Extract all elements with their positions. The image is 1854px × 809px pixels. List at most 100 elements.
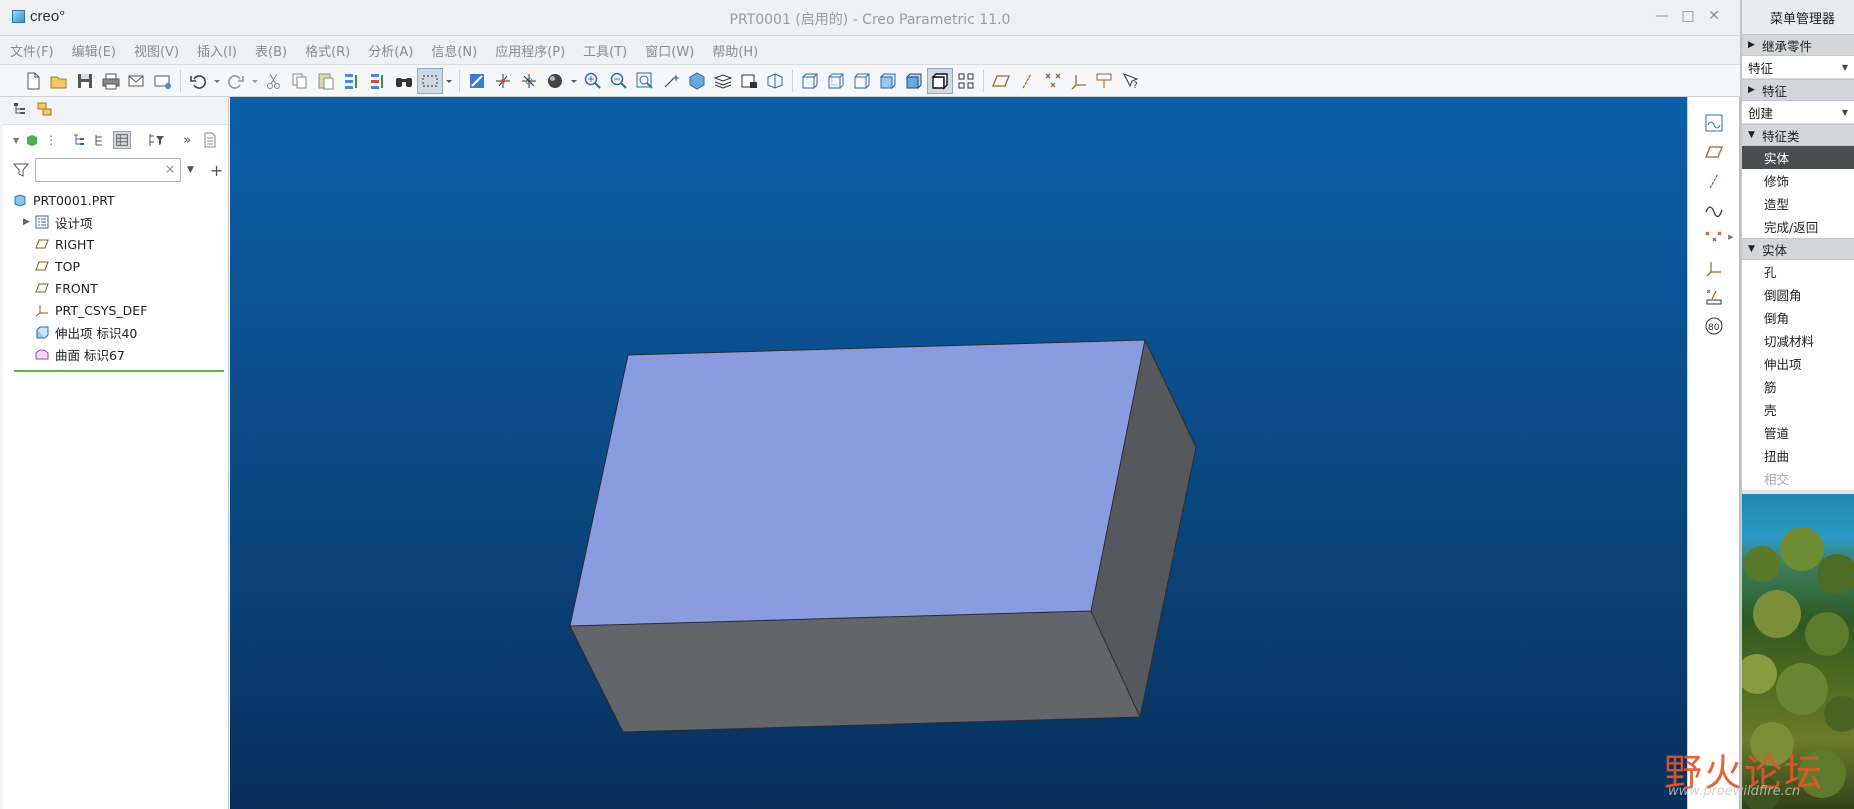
tree-more-button[interactable]: »	[183, 133, 191, 148]
analysis-tool-button[interactable]	[1702, 285, 1726, 309]
axis-tool-button[interactable]	[1702, 169, 1726, 193]
csys-tool-button[interactable]	[1702, 256, 1726, 280]
tree-node-front[interactable]: FRONT	[13, 277, 228, 299]
mm-item-cosmetic[interactable]: 修饰	[1742, 169, 1854, 192]
menu-insert[interactable]: 插入(I)	[197, 41, 237, 60]
add-filter-button[interactable]: +	[210, 161, 223, 180]
tree-node-top[interactable]: TOP	[13, 255, 228, 277]
annotation-display-button[interactable]	[1092, 68, 1118, 94]
mm-item-solid[interactable]: 实体	[1742, 146, 1854, 169]
tree-node-design-items[interactable]: ▶ 设计项	[13, 211, 228, 233]
sketch-button[interactable]	[464, 68, 490, 94]
mm-item-done-return[interactable]: 完成/返回	[1742, 215, 1854, 238]
mm-item-warp[interactable]: 扭曲	[1742, 444, 1854, 467]
menu-applications[interactable]: 应用程序(P)	[495, 41, 565, 60]
tree-document-icon[interactable]	[203, 132, 217, 148]
maximize-button[interactable]: □	[1678, 8, 1698, 24]
annotation-tool-button[interactable]: 80	[1702, 314, 1726, 338]
cut-button[interactable]	[261, 68, 287, 94]
view-manager-button[interactable]	[736, 68, 762, 94]
undo-button[interactable]	[185, 68, 211, 94]
appearance-dropdown[interactable]	[568, 68, 580, 94]
hidden-line-button[interactable]	[823, 68, 849, 94]
close-button[interactable]: ✕	[1704, 8, 1724, 24]
tree-search-input[interactable]	[36, 159, 156, 181]
select-dropdown[interactable]	[443, 68, 455, 94]
send-link-button[interactable]	[150, 68, 176, 94]
save-button[interactable]	[72, 68, 98, 94]
csys-display-button[interactable]	[1066, 68, 1092, 94]
tree-filter-icon[interactable]	[147, 132, 165, 148]
tree-collapse-toggle[interactable]: ▼	[13, 136, 19, 145]
menu-table[interactable]: 表(B)	[255, 41, 287, 60]
mm-section-solid[interactable]: ▼ 实体	[1742, 238, 1854, 260]
menu-analysis[interactable]: 分析(A)	[368, 41, 413, 60]
mm-item-protrusion[interactable]: 伸出项	[1742, 352, 1854, 375]
zoom-out-button[interactable]	[606, 68, 632, 94]
mm-section-inherit[interactable]: ▶ 继承零件	[1742, 34, 1854, 56]
no-hidden-button[interactable]	[849, 68, 875, 94]
saved-views-button[interactable]	[684, 68, 710, 94]
mm-item-rib[interactable]: 筋	[1742, 375, 1854, 398]
regenerate-button[interactable]	[339, 68, 365, 94]
mm-item-round[interactable]: 倒圆角	[1742, 283, 1854, 306]
regen-manager-button[interactable]	[365, 68, 391, 94]
search-options-dropdown[interactable]: ▼	[187, 165, 194, 175]
undo-dropdown[interactable]	[211, 68, 223, 94]
paste-button[interactable]	[313, 68, 339, 94]
insert-here-marker[interactable]	[14, 370, 224, 372]
context-help-button[interactable]: ?	[1118, 68, 1144, 94]
menu-edit[interactable]: 编辑(E)	[72, 41, 116, 60]
mm-section-feature[interactable]: ▶ 特征	[1742, 79, 1854, 101]
graphics-window[interactable]	[230, 97, 1687, 809]
mm-item-chamfer[interactable]: 倒角	[1742, 306, 1854, 329]
datum-display-button[interactable]	[953, 68, 979, 94]
model-tree-tab[interactable]	[13, 102, 27, 119]
zoom-in-button[interactable]	[580, 68, 606, 94]
tree-node-csys[interactable]: PRT_CSYS_DEF	[13, 299, 228, 321]
plane-tool-button[interactable]	[1702, 140, 1726, 164]
mm-item-shell[interactable]: 壳	[1742, 398, 1854, 421]
perspective-button[interactable]	[762, 68, 788, 94]
plane-display-button[interactable]	[988, 68, 1014, 94]
menu-format[interactable]: 格式(R)	[305, 41, 350, 60]
print-button[interactable]	[98, 68, 124, 94]
layers-button[interactable]	[710, 68, 736, 94]
curve-tool-button[interactable]	[1702, 198, 1726, 222]
folder-browser-tab[interactable]	[37, 101, 53, 120]
mm-item-style[interactable]: 造型	[1742, 192, 1854, 215]
menu-view[interactable]: 视图(V)	[134, 41, 179, 60]
expand-arrow-icon[interactable]: ▶	[23, 217, 35, 227]
refit-button[interactable]	[632, 68, 658, 94]
mm-feature-combo[interactable]: 特征 ▼	[1742, 56, 1854, 79]
menu-tools[interactable]: 工具(T)	[583, 41, 627, 60]
tree-node-protrusion[interactable]: 伸出项 标识40	[13, 321, 228, 343]
filter-icon[interactable]	[13, 162, 29, 178]
shading-with-edges-button[interactable]	[927, 67, 953, 94]
menu-file[interactable]: 文件(F)	[10, 41, 54, 60]
copy-button[interactable]	[287, 68, 313, 94]
select-box-button[interactable]	[417, 67, 443, 94]
mm-item-hole[interactable]: 孔	[1742, 260, 1854, 283]
appearance-button[interactable]	[542, 68, 568, 94]
sketch-tool-button[interactable]	[1702, 111, 1726, 135]
search-clear-icon[interactable]: ×	[165, 162, 175, 176]
spin-center-button[interactable]	[490, 68, 516, 94]
reorient-button[interactable]	[658, 68, 684, 94]
tree-settings-icon[interactable]	[71, 132, 87, 148]
find-button[interactable]	[391, 68, 417, 94]
shading-reflections-button[interactable]	[797, 68, 823, 94]
tree-columns-icon[interactable]	[93, 133, 107, 147]
mm-section-feature-class[interactable]: ▼ 特征类	[1742, 124, 1854, 146]
solid-box-model[interactable]	[230, 97, 1687, 809]
orient-mode-button[interactable]	[516, 68, 542, 94]
new-file-button[interactable]	[20, 68, 46, 94]
box-front-face[interactable]	[570, 611, 1140, 732]
redo-button[interactable]	[223, 68, 249, 94]
open-button[interactable]	[46, 68, 72, 94]
mm-create-combo[interactable]: 创建 ▼	[1742, 101, 1854, 124]
tree-node-right[interactable]: RIGHT	[13, 233, 228, 255]
tree-node-surface[interactable]: 曲面 标识67	[13, 343, 228, 365]
mm-item-cut[interactable]: 切减材料	[1742, 329, 1854, 352]
shading-edges-button[interactable]	[901, 68, 927, 94]
